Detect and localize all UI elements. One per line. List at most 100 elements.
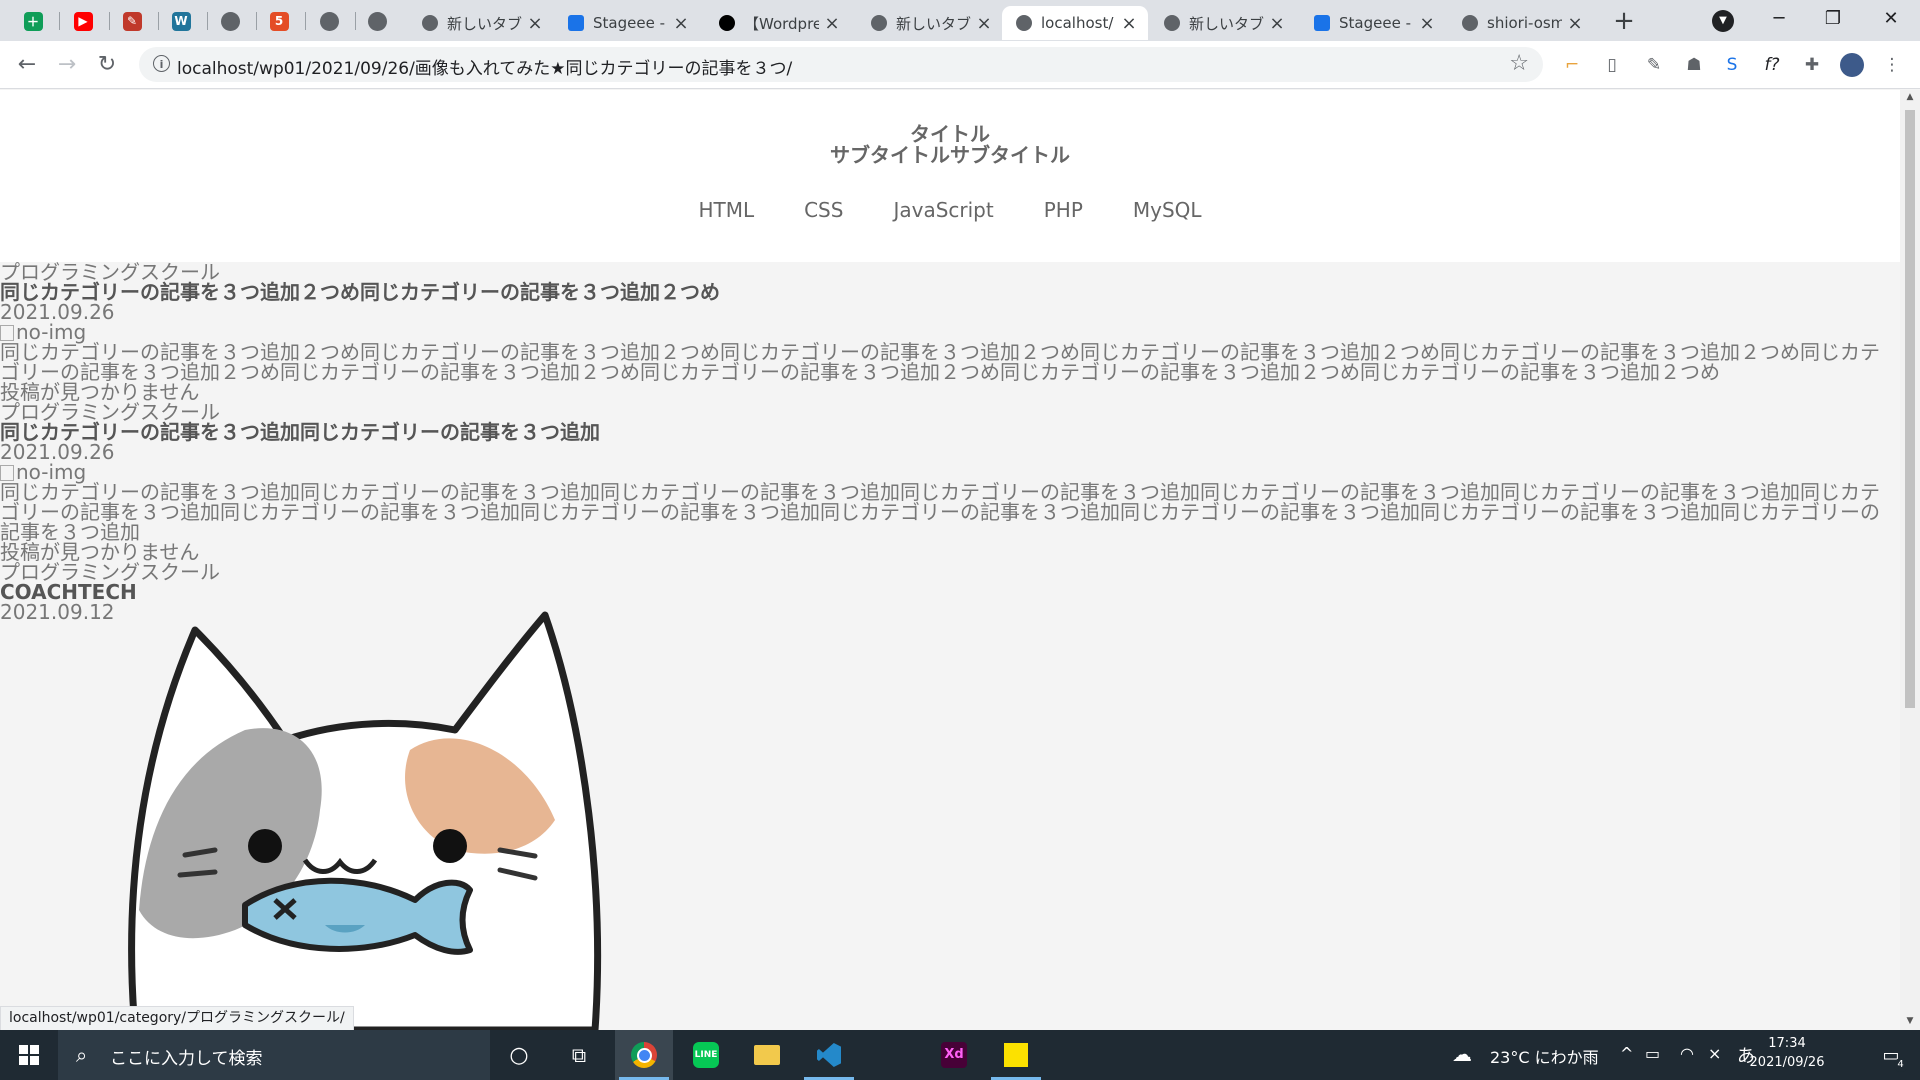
status-bar-url: localhost/wp01/category/プログラミングスクール/	[0, 1006, 354, 1032]
site-header: タイトル サブタイトルサブタイトル HTML CSS JavaScript PHP My…	[0, 90, 1900, 262]
reload-button[interactable]: ↻	[92, 50, 122, 80]
scroll-up-icon[interactable]: ▲	[1904, 92, 1916, 102]
browser-tab[interactable]: shiori-osm ×	[1448, 6, 1594, 40]
close-tab-icon[interactable]: ×	[975, 13, 993, 34]
nav-item[interactable]: JavaScript	[893, 198, 993, 222]
adobe-xd-icon[interactable]: Xd	[925, 1030, 983, 1080]
github-icon	[1462, 15, 1478, 31]
close-tab-icon[interactable]: ×	[1120, 13, 1138, 34]
tab-separator	[109, 12, 110, 30]
maximize-button[interactable]: ❐	[1810, 0, 1856, 40]
scroll-down-icon[interactable]: ▼	[1904, 1016, 1916, 1026]
nav-item[interactable]: MySQL	[1133, 198, 1202, 222]
chrome-icon	[1164, 15, 1180, 31]
pinned-tab[interactable]: 5	[260, 6, 298, 36]
close-tab-icon[interactable]: ×	[672, 13, 690, 34]
post-title[interactable]: COACHTECH	[0, 582, 1900, 602]
post-list: プログラミングスクール 同じカテゴリーの記事を３つ追加２つめ同じカテゴリーの記事を…	[0, 262, 1900, 622]
pinned-tab[interactable]	[358, 6, 396, 36]
minimize-button[interactable]: ─	[1756, 0, 1802, 40]
site-info-icon[interactable]: i	[153, 55, 170, 72]
chrome-taskbar-icon[interactable]	[615, 1030, 673, 1080]
nav-item[interactable]: PHP	[1044, 198, 1083, 222]
search-placeholder: ここに入力して検索	[110, 1049, 263, 1069]
avatar[interactable]	[1840, 53, 1864, 77]
windows-taskbar: ⌕ ここに入力して検索 ○ ⧉ LINE Xd ☁ 23°C にわか雨 ^ ▭ …	[0, 1030, 1920, 1080]
post-category[interactable]: プログラミングスクール	[0, 262, 1900, 282]
globe-icon	[319, 11, 339, 31]
vscode-icon[interactable]	[800, 1030, 858, 1080]
volume-muted-icon[interactable]: ×	[1708, 1044, 1721, 1063]
clock[interactable]: 17:34 2021/09/26	[1744, 1034, 1830, 1072]
pinned-tab[interactable]: ＋	[14, 6, 52, 36]
sheets-icon: ＋	[23, 11, 43, 31]
extension-icon[interactable]: ⌐	[1560, 53, 1584, 77]
browser-tab[interactable]: 新しいタブ ×	[1150, 6, 1296, 40]
file-explorer-icon[interactable]	[738, 1030, 796, 1080]
task-view-icon[interactable]: ⧉	[550, 1030, 608, 1080]
tab-separator	[158, 12, 159, 30]
weather-icon[interactable]: ☁	[1452, 1042, 1472, 1066]
close-tab-icon[interactable]: ×	[1268, 13, 1286, 34]
bookmark-star-icon[interactable]: ☆	[1509, 51, 1529, 76]
extensions-puzzle-icon[interactable]: ✚	[1800, 53, 1824, 77]
start-button[interactable]	[0, 1030, 58, 1080]
globe-icon	[367, 11, 387, 31]
nav-item[interactable]: HTML	[698, 198, 754, 222]
tab-title: 新しいタブ	[1189, 14, 1264, 33]
medium-icon	[719, 15, 735, 31]
wifi-icon[interactable]: ◠	[1680, 1044, 1694, 1063]
close-tab-icon[interactable]: ×	[526, 13, 544, 34]
browser-tab[interactable]: Stageee - ×	[1300, 6, 1446, 40]
broken-image-icon	[0, 325, 14, 341]
browser-tab[interactable]: Stageee - ×	[554, 6, 700, 40]
page-scrollbar[interactable]: ▲ ▼	[1900, 90, 1920, 1030]
pinned-tab[interactable]: W	[162, 6, 200, 36]
menu-icon[interactable]: ⋮	[1880, 53, 1904, 77]
site-title[interactable]: タイトル	[0, 124, 1900, 144]
back-button[interactable]: ←	[12, 50, 42, 80]
battery-icon[interactable]: ▭	[1645, 1044, 1660, 1063]
post-date: 2021.09.26	[0, 300, 115, 324]
close-tab-icon[interactable]: ×	[823, 13, 841, 34]
pinned-tab[interactable]: ✎	[113, 6, 151, 36]
close-tab-icon[interactable]: ×	[1418, 13, 1436, 34]
chevron-up-icon[interactable]: ^	[1620, 1044, 1633, 1063]
close-tab-icon[interactable]: ×	[1566, 13, 1584, 34]
post-title[interactable]: 同じカテゴリーの記事を３つ追加２つめ同じカテゴリーの記事を３つ追加２つめ	[0, 282, 1900, 302]
post-title[interactable]: 同じカテゴリーの記事を３つ追加同じカテゴリーの記事を３つ追加	[0, 422, 1900, 442]
not-found-message: 投稿が見つかりません	[0, 380, 200, 404]
pinned-tab[interactable]: ▶	[64, 6, 102, 36]
reading-list-icon[interactable]: ▯	[1600, 53, 1624, 77]
post-category[interactable]: プログラミングスクール	[0, 562, 1900, 582]
browser-tab[interactable]: localhost/ ×	[1002, 6, 1148, 40]
sticky-notes-icon[interactable]	[987, 1030, 1045, 1080]
cortana-icon[interactable]: ○	[490, 1030, 548, 1080]
extension-icon[interactable]: ☗	[1682, 53, 1706, 77]
pinned-tab[interactable]	[211, 6, 249, 36]
stageee-icon	[568, 15, 584, 31]
address-bar[interactable]: i localhost/wp01/2021/09/26/画像も入れてみた★同じカ…	[139, 47, 1543, 82]
scrollbar-thumb[interactable]	[1905, 110, 1915, 708]
taskbar-search-box[interactable]: ⌕ ここに入力して検索	[58, 1030, 490, 1080]
not-found-message: 投稿が見つかりません	[0, 540, 200, 564]
extension-icon[interactable]: ✎	[1642, 53, 1666, 77]
weather-text[interactable]: 23°C にわか雨	[1490, 1044, 1599, 1068]
close-window-button[interactable]: ✕	[1868, 0, 1914, 40]
browser-tab[interactable]: 新しいタブ ×	[408, 6, 554, 40]
tab-search-icon[interactable]: ▼	[1712, 10, 1734, 32]
post-category[interactable]: プログラミングスクール	[0, 402, 1900, 422]
new-tab-button[interactable]: +	[1610, 8, 1638, 36]
address-url[interactable]: localhost/wp01/2021/09/26/画像も入れてみた★同じカテゴ…	[177, 54, 792, 79]
extension-icon[interactable]: S	[1720, 53, 1744, 77]
nav-item[interactable]: CSS	[804, 198, 843, 222]
post-excerpt: 同じカテゴリーの記事を３つ追加２つめ同じカテゴリーの記事を３つ追加２つめ同じカテ…	[0, 340, 1880, 384]
pinned-tab[interactable]	[310, 6, 348, 36]
extension-icon[interactable]: f?	[1760, 53, 1784, 77]
forward-button[interactable]: →	[52, 50, 82, 80]
browser-tab[interactable]: 【Wordpre ×	[705, 6, 851, 40]
notifications-icon[interactable]: ▭ 4	[1862, 1030, 1920, 1080]
browser-tab[interactable]: 新しいタブ ×	[857, 6, 1003, 40]
globe-icon	[1016, 15, 1032, 31]
line-icon[interactable]: LINE	[677, 1030, 735, 1080]
